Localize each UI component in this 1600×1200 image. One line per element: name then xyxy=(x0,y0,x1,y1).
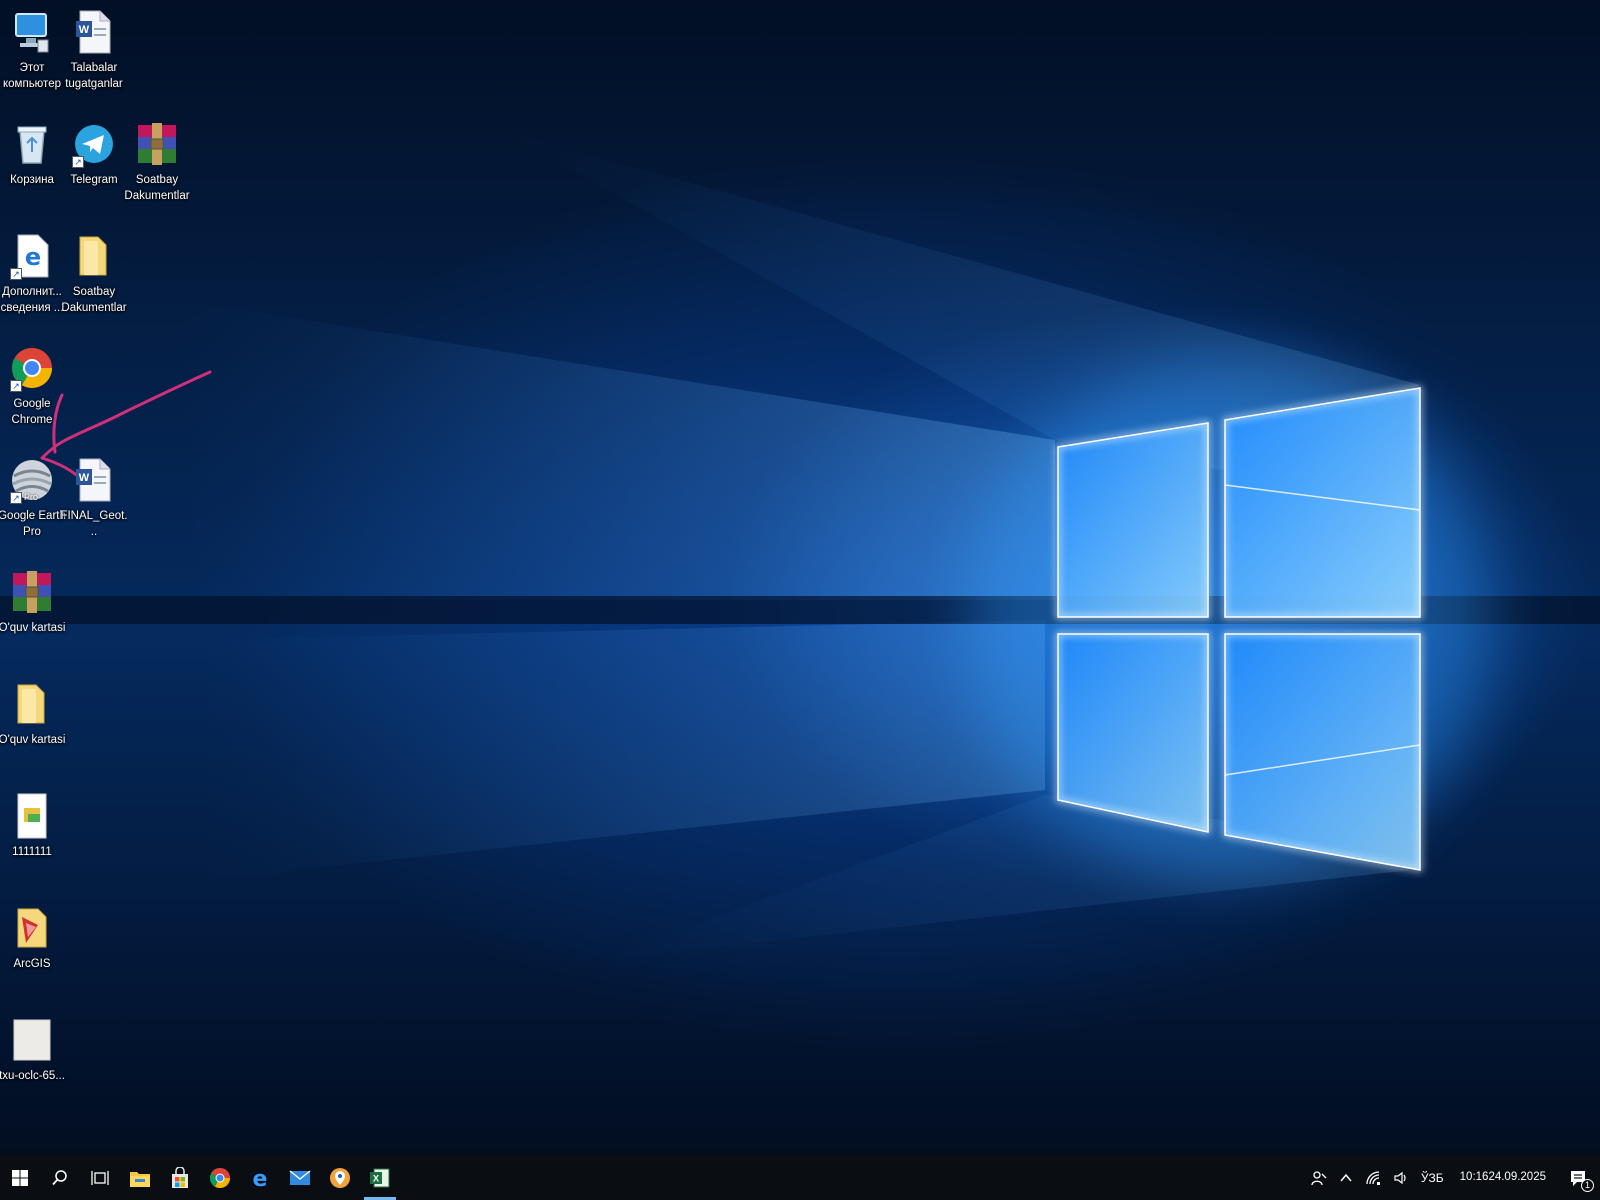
shortcut-arrow-icon: ↗ xyxy=(10,268,22,280)
desktop-icon-label: Этот компьютер xyxy=(3,62,61,90)
svg-text:e: e xyxy=(25,243,41,271)
icon-badge: Pro xyxy=(24,492,39,502)
svg-text:W: W xyxy=(79,472,90,484)
input-language[interactable]: ЎЗБ xyxy=(1415,1155,1450,1200)
windows-logo-icon xyxy=(11,1169,29,1187)
chrome-icon: ↗ xyxy=(10,344,54,392)
notification-count-badge: 1 xyxy=(1581,1179,1594,1192)
chevron-up-icon[interactable] xyxy=(1333,1155,1359,1200)
clock[interactable]: 10:16 24.09.2025 xyxy=(1450,1155,1556,1200)
volume-icon[interactable] xyxy=(1387,1155,1415,1200)
network-icon[interactable] xyxy=(1359,1155,1387,1200)
desktop-icon-oquv-rar[interactable]: O'quv kartasi xyxy=(0,568,66,636)
computer-icon xyxy=(10,8,54,56)
excel-icon: X xyxy=(369,1167,391,1189)
word-document-icon: W xyxy=(72,8,116,56)
search-icon xyxy=(51,1169,69,1187)
edge-icon: e xyxy=(248,1166,272,1190)
mail-icon xyxy=(289,1169,311,1187)
desktop-icon-oquv-folder[interactable]: O'quv kartasi xyxy=(0,680,66,748)
desktop-icon-talabalar[interactable]: W Talabalar tugatganlar xyxy=(62,8,126,92)
desktop-icon-this-pc[interactable]: Этот компьютер xyxy=(0,8,64,92)
desktop-icon-label: txu-oclc-65... xyxy=(0,1070,65,1082)
desktop-icon-arcgis[interactable]: ArcGIS xyxy=(0,904,64,972)
action-center-button[interactable]: 1 xyxy=(1556,1155,1600,1200)
desktop-icon-label: Google Earth Pro xyxy=(0,510,66,538)
location-pin-icon xyxy=(329,1167,351,1189)
clock-date: 24.09.2025 xyxy=(1488,1171,1546,1183)
system-tray: ЎЗБ 10:16 24.09.2025 1 xyxy=(1305,1155,1600,1200)
windows-logo-light-art xyxy=(0,130,1600,960)
image-file-icon xyxy=(10,792,54,840)
desktop-icon-label: Telegram xyxy=(70,174,118,186)
taskbar-button-search[interactable] xyxy=(40,1155,80,1200)
taskbar-button-excel[interactable]: X xyxy=(360,1155,400,1200)
google-earth-icon: ↗ Pro xyxy=(10,456,54,504)
desktop-icon-label: 1111111 xyxy=(12,846,52,858)
shortcut-arrow-icon: ↗ xyxy=(10,492,22,504)
taskbar: e X ЎЗБ 10:16 24.09.2025 1 xyxy=(0,1155,1600,1200)
desktop-icon-label: Корзина xyxy=(10,174,54,186)
svg-text:X: X xyxy=(373,1173,379,1183)
desktop-icon-final-geot[interactable]: W FINAL_Geot... xyxy=(60,456,128,540)
desktop-icon-label: O'quv kartasi xyxy=(0,622,66,634)
taskbar-button-mail[interactable] xyxy=(280,1155,320,1200)
desktop-icon-label: ArcGIS xyxy=(13,958,51,970)
telegram-icon: ↗ xyxy=(72,120,116,168)
shortcut-arrow-icon: ↗ xyxy=(10,380,22,392)
desktop-icon-label: Talabalar tugatganlar xyxy=(65,62,123,90)
svg-text:W: W xyxy=(79,24,90,36)
svg-text:e: e xyxy=(253,1167,268,1190)
chrome-icon xyxy=(209,1167,231,1189)
desktop-icon-soatbay-folder[interactable]: Soatbay Dakumentlar xyxy=(61,232,127,316)
recycle-bin-icon xyxy=(10,120,54,168)
desktop-icon-dop-svedeniya[interactable]: e ↗ Дополнит... сведения ... xyxy=(0,232,64,316)
arcgis-icon xyxy=(10,904,54,952)
winrar-archive-icon xyxy=(135,120,179,168)
taskbar-button-start[interactable] xyxy=(0,1155,40,1200)
blank-file-icon xyxy=(10,1016,54,1064)
clock-time: 10:16 xyxy=(1459,1171,1489,1183)
desktop-icon-google-chrome[interactable]: ↗ Google Chrome xyxy=(0,344,64,428)
taskbar-button-edge[interactable]: e xyxy=(240,1155,280,1200)
winrar-archive-icon xyxy=(10,568,54,616)
desktop-icon-1111111[interactable]: 1111111 xyxy=(0,792,64,860)
desktop-icon-label: Google Chrome xyxy=(11,398,53,426)
store-icon xyxy=(169,1166,191,1189)
file-explorer-icon xyxy=(129,1168,151,1188)
folder-icon xyxy=(10,680,54,728)
desktop-icon-telegram[interactable]: ↗ Telegram xyxy=(62,120,126,188)
desktop-icon-soatbay-rar[interactable]: Soatbay Dakumentlar xyxy=(124,120,190,204)
desktop-icon-label: Soatbay Dakumentlar xyxy=(124,174,190,202)
people-icon[interactable] xyxy=(1305,1155,1333,1200)
desktop-icon-label: Soatbay Dakumentlar xyxy=(61,286,127,314)
word-document-icon: W xyxy=(72,456,116,504)
shortcut-arrow-icon: ↗ xyxy=(72,156,84,168)
desktop-icon-txu[interactable]: txu-oclc-65... xyxy=(0,1016,65,1084)
desktop-icon-label: O'quv kartasi xyxy=(0,734,66,746)
desktop-wallpaper xyxy=(0,0,1600,1155)
taskbar-button-task-view[interactable] xyxy=(80,1155,120,1200)
taskbar-button-file-explorer[interactable] xyxy=(120,1155,160,1200)
desktop-icon-recycle-bin[interactable]: Корзина xyxy=(0,120,64,188)
taskbar-button-chrome[interactable] xyxy=(200,1155,240,1200)
desktop-icon-label: Дополнит... сведения ... xyxy=(0,286,64,314)
taskbar-button-store[interactable] xyxy=(160,1155,200,1200)
folder-icon xyxy=(72,232,116,280)
desktop-icon-label: FINAL_Geot... xyxy=(60,510,128,538)
task-view-icon xyxy=(90,1169,110,1187)
desktop-icon-google-earth[interactable]: ↗ Pro Google Earth Pro xyxy=(0,456,66,540)
taskbar-button-maps[interactable] xyxy=(320,1155,360,1200)
edge-shortcut-icon: e ↗ xyxy=(10,232,54,280)
